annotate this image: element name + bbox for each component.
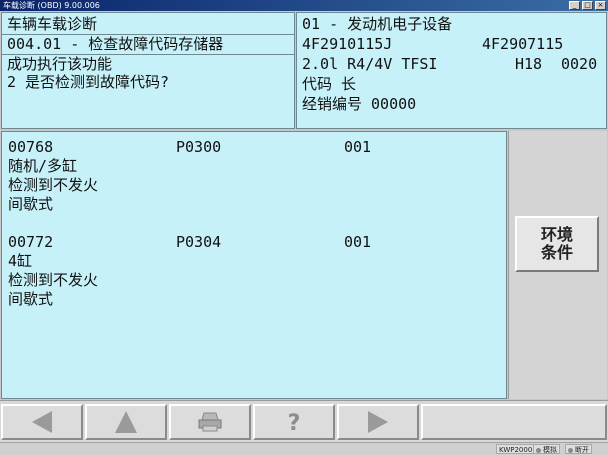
fault-status: 001 — [344, 233, 372, 251]
forward-button[interactable] — [337, 404, 419, 440]
fault-type: 检测到不发火 — [8, 176, 99, 194]
status-dot-icon — [568, 447, 573, 453]
environment-conditions-button[interactable]: 环境 条件 — [515, 216, 599, 272]
fault-type: 检测到不发火 — [8, 271, 99, 289]
printer-icon — [198, 412, 222, 432]
module-name: 01 - 发动机电子设备 — [302, 15, 453, 33]
engine-info: 2.0l R4/4V TFSI — [302, 55, 438, 73]
maximize-button[interactable]: □ — [582, 1, 593, 10]
simulation-status: 模拟 — [533, 444, 560, 454]
fault-code: 00772 — [8, 233, 54, 251]
help-button[interactable]: ? — [253, 404, 335, 440]
fault-code: 00768 — [8, 138, 54, 156]
up-button[interactable] — [85, 404, 167, 440]
part-number-2: 4F2907115 — [482, 35, 564, 53]
coding-info: 代码 长 — [302, 75, 357, 93]
connection-status: 断开 — [565, 444, 592, 454]
question-message: 2 是否检测到故障代码? — [7, 73, 170, 91]
protocol-status: KWP2000 — [496, 444, 536, 454]
status-bar: KWP2000 模拟 断开 — [0, 442, 608, 455]
header-left-panel: 车辆车载诊断 004.01 - 检查故障代码存储器 成功执行该功能 2 是否检测… — [1, 12, 295, 129]
fault-frequency: 间歇式 — [8, 195, 54, 213]
part-number-1: 4F2910115J — [302, 35, 393, 53]
bottom-toolbar: ? — [0, 400, 608, 442]
fault-description: 4缸 — [8, 252, 33, 270]
help-icon: ? — [288, 411, 301, 435]
window-title: 车载诊断 (OBD) 9.00.006 — [3, 1, 100, 10]
fault-list: 00768 P0300 001 随机/多缸 检测到不发火 间歇式 00772 P… — [1, 131, 507, 399]
arrow-right-icon — [368, 411, 388, 433]
env-label-1: 环境 — [540, 225, 573, 244]
header-title: 车辆车载诊断 — [7, 15, 98, 33]
header-right-panel: 01 - 发动机电子设备 4F2910115J 4F2907115 2.0l R… — [296, 12, 607, 129]
fault-description: 随机/多缸 — [8, 157, 78, 175]
window-title-bar: 车载诊断 (OBD) 9.00.006 _ □ × — [0, 0, 608, 11]
empty-toolbar-slot — [421, 404, 607, 440]
software-version: 0020 — [561, 55, 598, 73]
arrow-left-icon — [32, 411, 52, 433]
env-label-2: 条件 — [540, 243, 573, 262]
dealer-number: 经销编号 00000 — [302, 95, 417, 113]
side-panel: 环境 条件 — [508, 131, 607, 399]
status-dot-icon — [536, 447, 541, 453]
fault-frequency: 间歇式 — [8, 290, 54, 308]
hardware-version: H18 — [515, 55, 543, 73]
fault-status: 001 — [344, 138, 372, 156]
print-button[interactable] — [169, 404, 251, 440]
fault-pcode: P0300 — [176, 138, 222, 156]
back-button[interactable] — [1, 404, 83, 440]
arrow-up-icon — [115, 411, 137, 433]
result-message: 成功执行该功能 — [7, 55, 113, 73]
function-title: 004.01 - 检查故障代码存储器 — [7, 35, 224, 53]
svg-text:?: ? — [288, 411, 301, 435]
close-button[interactable]: × — [595, 1, 606, 10]
fault-pcode: P0304 — [176, 233, 222, 251]
minimize-button[interactable]: _ — [569, 1, 580, 10]
